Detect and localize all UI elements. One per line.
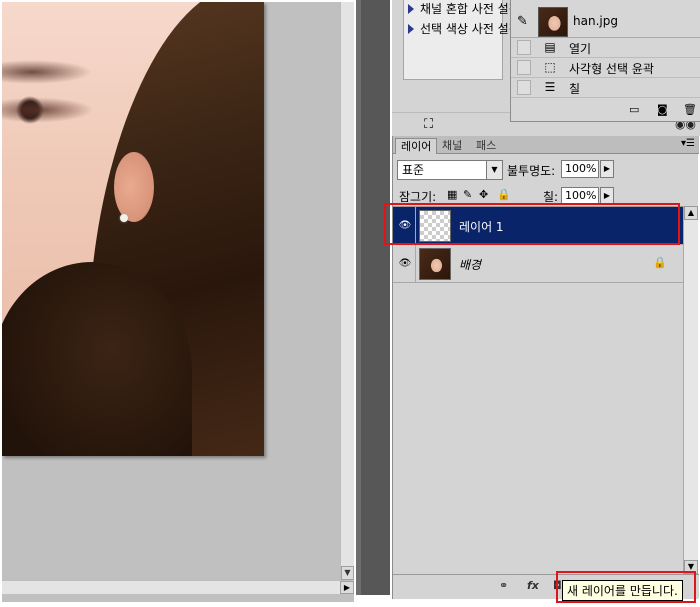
history-snapshot[interactable]: ✎ han.jpg <box>511 4 700 38</box>
scroll-down-arrow-icon[interactable]: ▼ <box>341 566 354 580</box>
tab-paths[interactable]: 패스 <box>471 138 501 154</box>
scroll-up-arrow-icon[interactable]: ▲ <box>684 206 698 220</box>
tool-preset-icon[interactable]: ⛶ <box>424 117 433 132</box>
photo-ear <box>114 152 154 222</box>
highlight-box-tooltip <box>556 571 696 603</box>
layer-name[interactable]: 배경 <box>459 256 481 273</box>
opacity-input[interactable]: 100% <box>561 160 599 178</box>
snapshot-name: han.jpg <box>573 14 618 28</box>
expand-triangle-icon[interactable] <box>408 4 414 14</box>
history-item-open[interactable]: ▤ 열기 <box>511 38 700 58</box>
panel-tabs: 레이어 채널 패스 ▾☰ <box>393 136 699 154</box>
action-item-selective-color[interactable]: 선택 색상 사전 설정 <box>402 20 512 38</box>
lock-image-icon[interactable]: ✎ <box>463 188 472 201</box>
panel-menu-icon[interactable]: ▾☰ <box>681 138 695 149</box>
action-item-channel-mixer[interactable]: 채널 혼합 사전 설정 <box>402 0 512 18</box>
lock-icon: 🔒 <box>653 256 667 269</box>
layer-style-icon[interactable]: fx <box>527 579 539 592</box>
delete-state-icon[interactable]: 🗑 <box>683 103 697 116</box>
history-item-label: 열기 <box>569 42 592 56</box>
layer-thumbnail <box>419 248 451 280</box>
layer-row-background[interactable]: 👁 배경 🔒 <box>393 245 683 283</box>
marquee-selection-icon: ⬚ <box>544 60 556 74</box>
eye-icon[interactable]: 👁 <box>395 254 415 274</box>
layers-scrollbar[interactable]: ▲ ▼ <box>683 206 698 574</box>
link-layers-icon[interactable]: ⚭ <box>499 579 508 592</box>
history-item-marquee[interactable]: ⬚ 사각형 선택 윤곽 <box>511 58 700 78</box>
new-document-icon[interactable]: ▭ <box>629 103 639 116</box>
highlight-box-layer <box>384 203 680 245</box>
photo-earring <box>120 214 128 222</box>
layers-list: 👁 레이어 1 👁 배경 🔒 <box>393 206 683 574</box>
history-brush-source-box[interactable] <box>517 60 531 75</box>
history-item-label: 칠 <box>569 82 581 96</box>
history-brush-source-box[interactable] <box>517 40 531 55</box>
fill-icon: ☰ <box>544 80 556 94</box>
history-item-label: 사각형 선택 윤곽 <box>569 62 654 76</box>
panel-dock-divider <box>356 0 390 595</box>
blend-mode-value: 표준 <box>402 163 425 177</box>
chevron-down-icon[interactable]: ▼ <box>486 161 502 179</box>
lock-all-icon[interactable]: 🔒 <box>497 188 511 201</box>
scroll-right-arrow-icon[interactable]: ▶ <box>340 581 354 594</box>
snapshot-thumbnail <box>538 7 568 37</box>
expand-triangle-icon[interactable] <box>408 24 414 34</box>
canvas-vertical-scrollbar[interactable]: ▼ <box>340 2 354 580</box>
canvas-horizontal-scrollbar[interactable]: ▶ <box>2 580 354 594</box>
history-brush-source-box[interactable] <box>517 80 531 95</box>
blend-mode-select[interactable]: 표준 ▼ <box>397 160 503 180</box>
tab-channels[interactable]: 채널 <box>437 138 467 154</box>
opacity-slider-arrow-icon[interactable]: ▶ <box>600 160 614 178</box>
lock-position-icon[interactable]: ✥ <box>479 188 488 201</box>
action-item-label: 선택 색상 사전 설정 <box>420 22 512 36</box>
history-item-fill[interactable]: ☰ 칠 <box>511 78 700 98</box>
opacity-label: 불투명도: <box>507 164 556 178</box>
action-item-label: 채널 혼합 사전 설정 <box>420 2 512 16</box>
lock-transparency-icon[interactable]: ▦ <box>447 188 457 201</box>
history-brush-icon[interactable]: ✎ <box>517 14 528 29</box>
document-canvas[interactable] <box>2 2 354 602</box>
history-panel: ✎ han.jpg ▤ 열기 ⬚ 사각형 선택 윤곽 ☰ 칠 ▭ ◙ 🗑 <box>510 0 700 122</box>
photo-image <box>2 2 264 456</box>
tab-layers[interactable]: 레이어 <box>395 138 438 154</box>
history-footer: ▭ ◙ 🗑 <box>511 100 700 120</box>
open-document-icon: ▤ <box>544 40 556 54</box>
new-snapshot-icon[interactable]: ◙ <box>657 103 668 116</box>
